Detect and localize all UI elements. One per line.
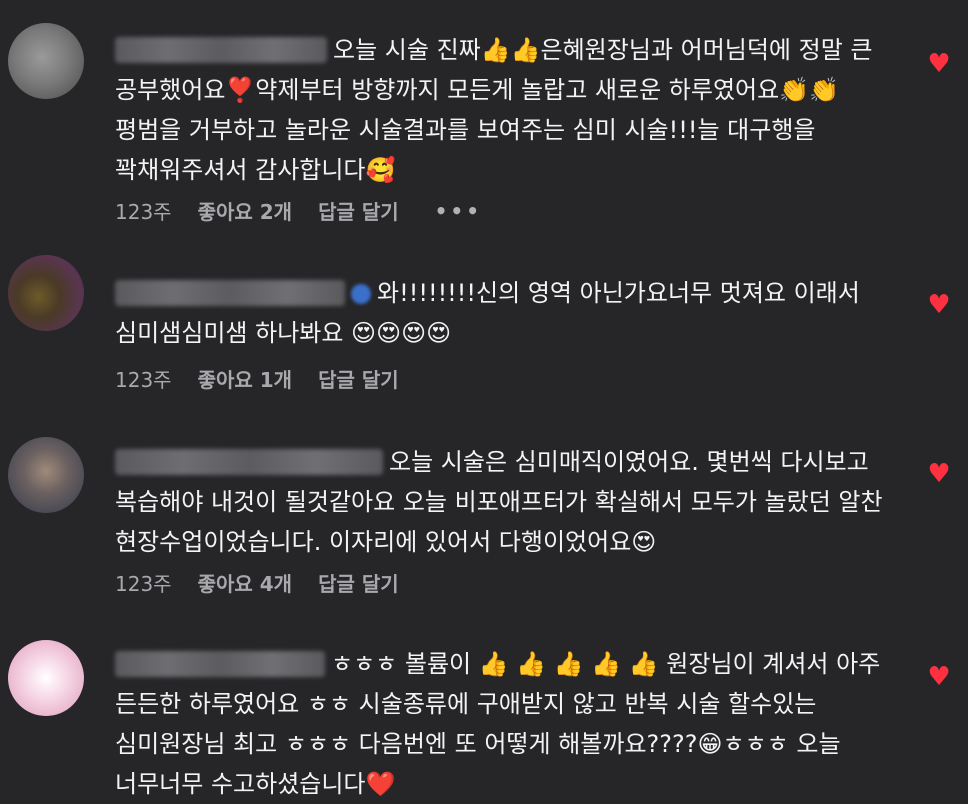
avatar[interactable] xyxy=(8,437,84,513)
comment-time: 123주 xyxy=(115,572,172,596)
comment-time: 123주 xyxy=(115,200,172,224)
comment-text: 오늘 시술 진짜👍👍은혜원장님과 어머님덕에 정말 큰 공부했어요❣️약제부터 … xyxy=(115,30,895,190)
comment-meta: 123주 좋아요 2개 답글 달기 ••• xyxy=(115,196,508,225)
comment-text: 와!!!!!!!!신의 영역 아닌가요너무 멋져요 이래서 심미샘심미샘 하나봐… xyxy=(115,273,895,353)
username-blurred[interactable] xyxy=(115,280,345,306)
comment-meta: 123주 좋아요 1개 답글 달기 xyxy=(115,364,425,393)
verified-badge-icon xyxy=(351,284,371,304)
heart-icon[interactable]: ♥ xyxy=(927,292,951,318)
username-blurred[interactable] xyxy=(115,651,325,677)
reply-button[interactable]: 답글 달기 xyxy=(318,364,399,393)
username-blurred[interactable] xyxy=(115,37,327,63)
like-count[interactable]: 좋아요 4개 xyxy=(198,568,292,597)
more-options-icon[interactable]: ••• xyxy=(435,199,482,223)
reply-button[interactable]: 답글 달기 xyxy=(318,568,399,597)
reply-button[interactable]: 답글 달기 xyxy=(318,196,399,225)
avatar[interactable] xyxy=(8,640,84,716)
heart-icon[interactable]: ♥ xyxy=(927,51,951,77)
comment-text: ㅎㅎㅎ 볼륨이 👍 👍 👍 👍 👍 원장님이 계셔서 아주 든든한 하루였어요 … xyxy=(115,644,895,804)
heart-icon[interactable]: ♥ xyxy=(927,664,951,690)
heart-icon[interactable]: ♥ xyxy=(927,461,951,487)
comment-text: 오늘 시술은 심미매직이였어요. 몇번씩 다시보고 복습해야 내것이 될것같아요… xyxy=(115,442,895,562)
like-count[interactable]: 좋아요 2개 xyxy=(198,196,292,225)
avatar[interactable] xyxy=(8,255,84,331)
avatar[interactable] xyxy=(8,23,84,99)
like-count[interactable]: 좋아요 1개 xyxy=(198,364,292,393)
username-blurred[interactable] xyxy=(115,449,383,475)
comment-time: 123주 xyxy=(115,368,172,392)
comment-meta: 123주 좋아요 4개 답글 달기 xyxy=(115,568,425,597)
